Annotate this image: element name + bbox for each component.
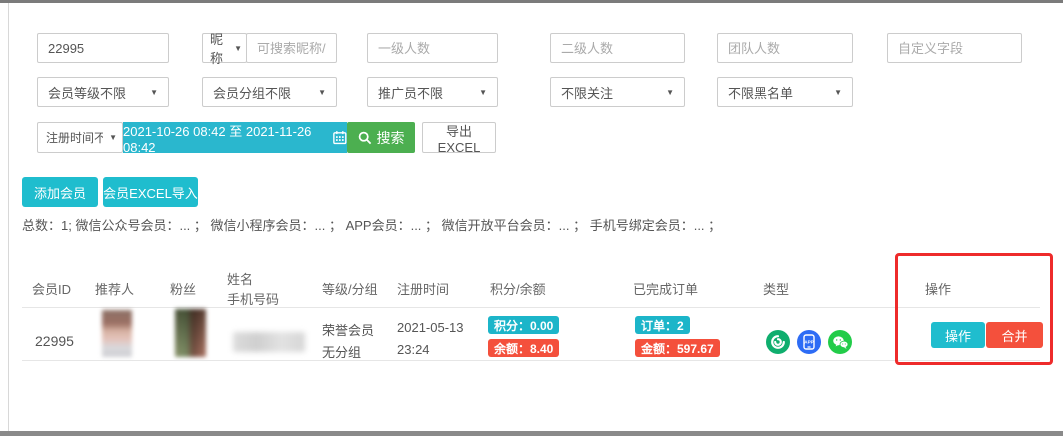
table-row-divider xyxy=(22,360,1040,361)
col-header-points-balance: 积分/余额 xyxy=(490,279,546,298)
col-header-type: 类型 xyxy=(763,279,789,298)
window-top-edge xyxy=(0,0,1063,3)
member-level-select[interactable]: 会员等级不限 ▼ xyxy=(37,77,169,107)
export-excel-label: 导出 EXCEL xyxy=(423,121,495,155)
svg-text:APP: APP xyxy=(804,340,813,345)
chevron-down-icon: ▼ xyxy=(228,44,242,53)
member-count-summary: 总数：1; 微信公众号会员：... ； 微信小程序会员：... ； APP会员：… xyxy=(22,215,721,234)
blacklist-select-value: 不限黑名单 xyxy=(728,83,793,102)
table-header-divider xyxy=(22,307,1040,308)
name-phone-redacted xyxy=(233,332,305,352)
follow-select[interactable]: 不限关注 ▼ xyxy=(550,77,685,107)
row-operate-button[interactable]: 操作 xyxy=(931,322,985,348)
chevron-down-icon: ▼ xyxy=(828,88,842,97)
row-reg-time: 23:24 xyxy=(397,342,430,357)
promoter-select-value: 推广员不限 xyxy=(378,83,443,102)
chevron-down-icon: ▼ xyxy=(473,88,487,97)
chevron-down-icon: ▼ xyxy=(312,88,326,97)
app-icon: APP xyxy=(797,330,821,354)
row-operate-label: 操作 xyxy=(945,326,971,345)
search-button[interactable]: 搜索 xyxy=(347,122,415,153)
search-icon xyxy=(358,131,372,145)
member-group-select-value: 会员分组不限 xyxy=(213,83,291,102)
orders-badge: 订单：2 xyxy=(635,316,690,334)
chevron-down-icon: ▼ xyxy=(103,133,117,142)
chevron-down-icon: ▼ xyxy=(660,88,674,97)
row-merge-button[interactable]: 合并 xyxy=(986,322,1043,348)
reg-time-filter-select[interactable]: 注册时间不限 ▼ xyxy=(37,122,123,153)
row-group: 无分组 xyxy=(322,342,361,361)
col-header-name: 姓名 xyxy=(227,269,253,288)
export-excel-button[interactable]: 导出 EXCEL xyxy=(422,122,496,153)
level2-count-input[interactable] xyxy=(550,33,685,63)
chevron-down-icon: ▼ xyxy=(144,88,158,97)
col-header-referrer: 推荐人 xyxy=(95,279,134,298)
col-header-fans: 粉丝 xyxy=(170,279,196,298)
col-header-member-id: 会员ID xyxy=(32,279,71,298)
add-member-label: 添加会员 xyxy=(34,183,86,202)
date-range-picker[interactable]: 2021-10-26 08:42 至 2021-11-26 08:42 xyxy=(123,122,347,153)
col-header-phone: 手机号码 xyxy=(227,289,279,308)
referrer-avatar[interactable] xyxy=(102,310,132,357)
search-button-label: 搜索 xyxy=(377,128,405,148)
amount-badge: 金额：597.67 xyxy=(635,339,720,357)
member-group-select[interactable]: 会员分组不限 ▼ xyxy=(202,77,337,107)
member-id-input[interactable] xyxy=(37,33,169,63)
add-member-button[interactable]: 添加会员 xyxy=(22,177,98,207)
follow-select-value: 不限关注 xyxy=(561,83,613,102)
points-badge: 积分：0.00 xyxy=(488,316,559,334)
team-count-input[interactable] xyxy=(717,33,853,63)
wechat-open-platform-icon xyxy=(766,330,790,354)
member-level-select-value: 会员等级不限 xyxy=(48,83,126,102)
row-reg-date: 2021-05-13 xyxy=(397,320,464,335)
row-member-id: 22995 xyxy=(35,333,74,349)
excel-import-label: 会员EXCEL导入 xyxy=(103,183,198,202)
col-header-level-group: 等级/分组 xyxy=(322,279,378,298)
col-header-reg-time: 注册时间 xyxy=(397,279,449,298)
col-header-completed-orders: 已完成订单 xyxy=(633,279,698,298)
excel-import-button[interactable]: 会员EXCEL导入 xyxy=(103,177,198,207)
level1-count-input[interactable] xyxy=(367,33,498,63)
nickname-type-select[interactable]: 昵称 ▼ xyxy=(202,33,247,63)
reg-time-filter-value: 注册时间不限 xyxy=(46,129,103,146)
row-level: 荣誉会员 xyxy=(322,320,374,339)
wechat-icon xyxy=(828,330,852,354)
calendar-icon xyxy=(333,130,347,145)
operation-column-highlight-box xyxy=(895,253,1053,365)
custom-field-input[interactable] xyxy=(887,33,1022,63)
nickname-search-input[interactable] xyxy=(246,33,337,63)
balance-badge: 余额：8.40 xyxy=(488,339,559,357)
date-range-value: 2021-10-26 08:42 至 2021-11-26 08:42 xyxy=(123,121,327,155)
blacklist-select[interactable]: 不限黑名单 ▼ xyxy=(717,77,853,107)
col-header-operation: 操作 xyxy=(925,279,951,298)
panel-left-border xyxy=(8,3,9,431)
fans-avatar[interactable] xyxy=(175,309,206,357)
promoter-select[interactable]: 推广员不限 ▼ xyxy=(367,77,498,107)
row-merge-label: 合并 xyxy=(1001,326,1027,345)
nickname-type-select-value: 昵称 xyxy=(210,29,228,67)
window-bottom-edge xyxy=(0,431,1063,436)
